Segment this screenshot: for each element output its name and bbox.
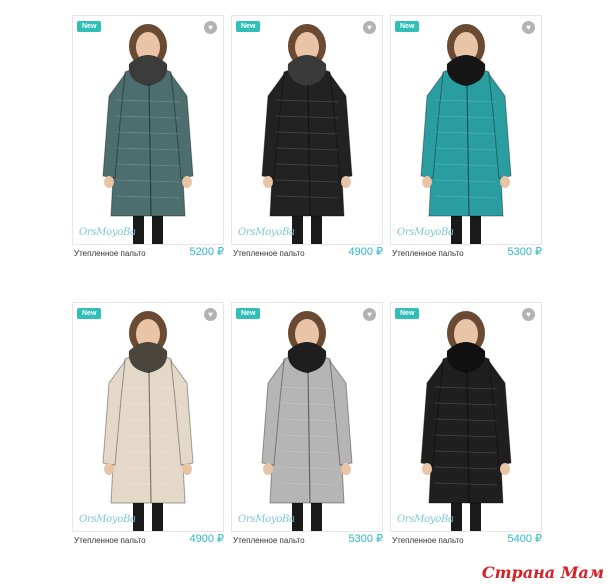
coat-illustration	[102, 24, 194, 244]
product-photo[interactable]: New ♥ OrsMoyoBa	[72, 302, 224, 532]
brand-logo: OrsMoyoBa	[79, 227, 136, 238]
product-photo[interactable]: New ♥ OrsMoyoBa	[72, 15, 224, 245]
product-price: 4900 ₽	[348, 246, 383, 258]
product-card[interactable]: New ♥ OrsMoyoBa Утепленное пальто 5200 ₽	[72, 15, 224, 265]
coat-illustration	[261, 311, 353, 531]
product-card[interactable]: New ♥ OrsMoyoBa Утепленное пальто 5300 ₽	[231, 302, 383, 552]
product-card[interactable]: New ♥ OrsMoyoBa Утепленное пальто 4900 ₽	[231, 15, 383, 265]
product-photo[interactable]: New ♥ OrsMoyoBa	[231, 302, 383, 532]
product-grid-page: New ♥ OrsMoyoBa Утепленное пальто 5200 ₽…	[0, 0, 610, 584]
product-photo[interactable]: New ♥ OrsMoyoBa	[231, 15, 383, 245]
product-name[interactable]: Утепленное пальто	[392, 536, 464, 545]
heart-icon[interactable]: ♥	[204, 21, 217, 34]
product-price: 5200 ₽	[189, 246, 224, 258]
coat-illustration	[420, 24, 512, 244]
heart-icon[interactable]: ♥	[522, 21, 535, 34]
product-card[interactable]: New ♥ OrsMoyoBa Утепленное пальто 5400 ₽	[390, 302, 542, 552]
product-price: 5400 ₽	[507, 533, 542, 545]
product-name[interactable]: Утепленное пальто	[233, 536, 305, 545]
product-name[interactable]: Утепленное пальто	[392, 249, 464, 258]
coat-illustration	[102, 311, 194, 531]
product-photo[interactable]: New ♥ OrsMoyoBa	[390, 302, 542, 532]
new-badge: New	[236, 308, 261, 319]
product-name[interactable]: Утепленное пальто	[233, 249, 305, 258]
product-name[interactable]: Утепленное пальто	[74, 536, 146, 545]
product-card[interactable]: New ♥ OrsMoyoBa Утепленное пальто 4900 ₽	[72, 302, 224, 552]
heart-icon[interactable]: ♥	[204, 308, 217, 321]
new-badge: New	[236, 21, 261, 32]
product-price: 5300 ₽	[348, 533, 383, 545]
new-badge: New	[395, 21, 420, 32]
product-price: 5300 ₽	[507, 246, 542, 258]
heart-icon[interactable]: ♥	[522, 308, 535, 321]
coat-illustration	[420, 311, 512, 531]
product-card[interactable]: New ♥ OrsMoyoBa Утепленное пальто 5300 ₽	[390, 15, 542, 265]
coat-illustration	[261, 24, 353, 244]
heart-icon[interactable]: ♥	[363, 308, 376, 321]
product-price: 4900 ₽	[189, 533, 224, 545]
site-watermark: Страна Мам	[481, 563, 604, 582]
new-badge: New	[395, 308, 420, 319]
new-badge: New	[77, 308, 102, 319]
brand-logo: OrsMoyoBa	[397, 227, 454, 238]
product-photo[interactable]: New ♥ OrsMoyoBa	[390, 15, 542, 245]
new-badge: New	[77, 21, 102, 32]
brand-logo: OrsMoyoBa	[397, 514, 454, 525]
brand-logo: OrsMoyoBa	[238, 514, 295, 525]
product-name[interactable]: Утепленное пальто	[74, 249, 146, 258]
brand-logo: OrsMoyoBa	[238, 227, 295, 238]
brand-logo: OrsMoyoBa	[79, 514, 136, 525]
heart-icon[interactable]: ♥	[363, 21, 376, 34]
